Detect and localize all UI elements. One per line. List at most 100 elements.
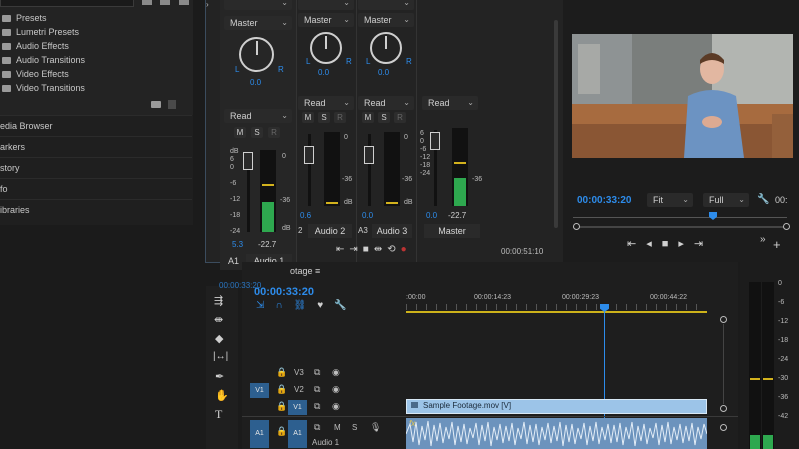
source-patch-a1[interactable]: A1 xyxy=(250,420,269,448)
eye-icon[interactable]: ◉ xyxy=(332,401,340,412)
video-vscroll-track[interactable] xyxy=(723,324,724,404)
output-dropdown-top[interactable]: ⌄ xyxy=(358,0,414,10)
output-route-dropdown[interactable]: Master ⌄ xyxy=(298,13,354,27)
pan-value[interactable]: 0.0 xyxy=(318,68,329,77)
output-dropdown-top[interactable]: ⌄ xyxy=(224,0,292,10)
lock-icon[interactable]: 🔒 xyxy=(276,367,287,378)
stop-icon[interactable]: ■ xyxy=(363,244,374,255)
record-button[interactable]: R xyxy=(394,112,406,123)
sync-lock-icon[interactable]: ⧉ xyxy=(314,384,320,395)
side-tab-info[interactable]: fo xyxy=(0,178,192,199)
go-to-in-icon[interactable]: ⇤ xyxy=(627,238,646,250)
track-name-field[interactable]: Audio 3 xyxy=(372,224,412,238)
eye-icon[interactable]: ◉ xyxy=(332,367,340,378)
side-tab-markers[interactable]: arkers xyxy=(0,136,192,157)
lock-icon[interactable]: 🔒 xyxy=(276,426,287,437)
pan-value[interactable]: 0.0 xyxy=(378,68,389,77)
audio-clip[interactable]: fx xyxy=(406,418,707,449)
step-back-icon[interactable]: ◂ xyxy=(646,238,662,250)
work-area-bar[interactable] xyxy=(406,311,707,313)
insert-sequence-icon[interactable]: ⇲ xyxy=(256,300,275,311)
fader-value[interactable]: 0.6 xyxy=(300,211,311,220)
solo-track-button[interactable]: S xyxy=(352,423,357,432)
play-in-to-out-icon[interactable]: ⇹ xyxy=(374,244,387,255)
pan-knob[interactable] xyxy=(239,37,274,72)
go-to-in-icon[interactable]: ⇤ xyxy=(336,244,349,255)
slip-tool-icon[interactable]: |↔| xyxy=(213,351,228,362)
add-marker-icon[interactable]: ♥ xyxy=(317,300,334,311)
ripple-edit-tool-icon[interactable]: ⇼ xyxy=(214,313,223,326)
linked-selection-icon[interactable]: ⛓ xyxy=(294,300,318,311)
program-timecode[interactable]: 00:00:33:20 xyxy=(577,195,631,206)
vscroll-handle-top[interactable] xyxy=(720,316,727,323)
volume-fader-handle[interactable] xyxy=(243,152,253,170)
automation-mode-dropdown[interactable]: Read ⌄ xyxy=(358,96,414,110)
video-clip[interactable]: Sample Footage.mov [V] xyxy=(406,399,707,414)
zoom-handle-right[interactable] xyxy=(783,223,790,230)
add-button-icon[interactable]: + xyxy=(773,237,781,252)
sync-lock-icon[interactable]: ⧉ xyxy=(314,422,320,433)
automation-mode-dropdown[interactable]: Read ⌄ xyxy=(298,96,354,110)
snap-icon[interactable]: ∩ xyxy=(275,300,293,311)
output-route-dropdown[interactable]: Master ⌄ xyxy=(358,13,414,27)
new-bin-icon[interactable] xyxy=(142,0,152,5)
yuv-icon[interactable] xyxy=(179,0,189,5)
lock-icon[interactable]: 🔒 xyxy=(276,401,287,412)
solo-button[interactable]: S xyxy=(251,127,263,138)
settings-wrench-icon[interactable]: 🔧 xyxy=(757,194,769,205)
eye-icon[interactable]: ◉ xyxy=(332,384,340,395)
pan-knob[interactable] xyxy=(370,32,402,64)
sync-lock-icon[interactable]: ⧉ xyxy=(314,367,320,378)
timeline-ruler-ticks[interactable] xyxy=(406,304,706,310)
output-dropdown-top[interactable]: ⌄ xyxy=(298,0,354,10)
pan-value[interactable]: 0.0 xyxy=(250,78,261,87)
side-tab-history[interactable]: story xyxy=(0,157,192,178)
mute-button[interactable]: M xyxy=(302,112,314,123)
record-button[interactable]: R xyxy=(268,127,280,138)
loop-icon[interactable]: ⟲ xyxy=(387,244,400,255)
32-bit-icon[interactable] xyxy=(160,0,170,5)
solo-button[interactable]: S xyxy=(318,112,330,123)
playback-resolution-dropdown[interactable]: Full ⌄ xyxy=(703,193,749,207)
pen-tool-icon[interactable]: ✒ xyxy=(215,370,224,383)
track-target-v1[interactable]: V1 xyxy=(288,400,307,415)
type-tool-icon[interactable]: T xyxy=(215,407,222,422)
track-select-tool-icon[interactable]: ⇶ xyxy=(214,294,223,307)
go-to-out-icon[interactable]: ⇥ xyxy=(349,244,362,255)
go-to-out-icon[interactable]: ⇥ xyxy=(694,238,713,250)
sequence-tab[interactable]: otage ≡ xyxy=(290,266,320,276)
automation-mode-dropdown[interactable]: Read ⌄ xyxy=(422,96,478,110)
program-time-ruler[interactable] xyxy=(573,217,787,218)
fx-item-video-transitions[interactable]: Video Transitions xyxy=(0,81,85,95)
track-target-a1[interactable]: A1 xyxy=(288,420,307,448)
voice-over-record-icon[interactable]: 🎙 xyxy=(370,422,381,433)
panel-menu-icon[interactable]: › xyxy=(206,0,216,9)
mute-button[interactable]: M xyxy=(234,127,246,138)
zoom-handle-left[interactable] xyxy=(573,223,580,230)
hand-tool-icon[interactable]: ✋ xyxy=(215,389,229,402)
vscroll-handle-bottom[interactable] xyxy=(720,405,727,412)
razor-tool-icon[interactable]: ◆ xyxy=(215,332,223,345)
button-editor-icon[interactable]: » xyxy=(760,234,766,245)
tab-menu-icon[interactable]: ≡ xyxy=(315,266,320,276)
trash-icon[interactable] xyxy=(168,100,176,109)
output-route-dropdown[interactable]: Master ⌄ xyxy=(224,16,292,30)
fx-item-video-effects[interactable]: Video Effects xyxy=(0,67,69,81)
stop-icon[interactable]: ■ xyxy=(662,238,679,250)
sync-lock-icon[interactable]: ⧉ xyxy=(314,401,320,412)
record-button[interactable]: R xyxy=(334,112,346,123)
volume-fader-track[interactable] xyxy=(308,134,311,206)
fx-item-presets[interactable]: Presets xyxy=(0,11,47,25)
solo-button[interactable]: S xyxy=(378,112,390,123)
side-tab-libraries[interactable]: ibraries xyxy=(0,199,192,220)
source-patch-v1[interactable]: V1 xyxy=(250,383,269,398)
fx-item-audio-effects[interactable]: Audio Effects xyxy=(0,39,69,53)
fx-item-lumetri-presets[interactable]: Lumetri Presets xyxy=(0,25,79,39)
fader-value[interactable]: 0.0 xyxy=(362,211,373,220)
mute-track-button[interactable]: M xyxy=(334,423,341,432)
volume-fader-handle[interactable] xyxy=(364,146,374,164)
video-audio-divider[interactable] xyxy=(242,416,738,417)
record-icon[interactable]: ● xyxy=(401,244,412,255)
timeline-settings-icon[interactable]: 🔧 xyxy=(334,300,357,311)
automation-mode-dropdown[interactable]: Read ⌄ xyxy=(224,109,292,123)
